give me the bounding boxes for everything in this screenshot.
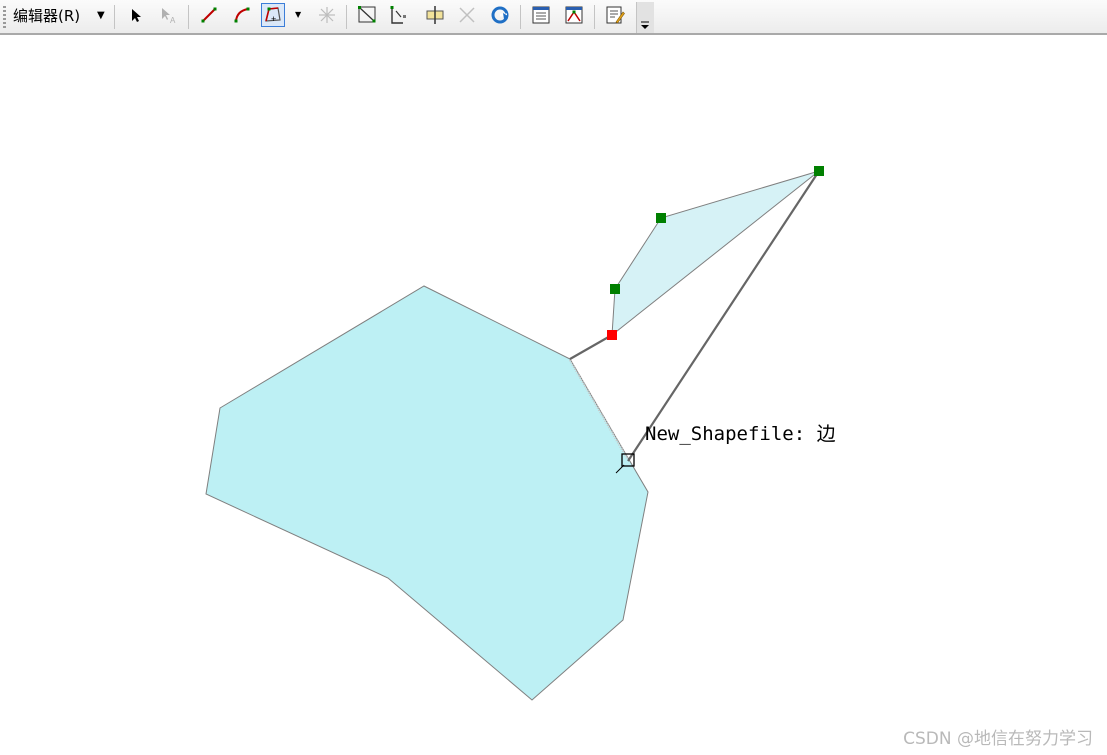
watermark: CSDN @地信在努力学习 [903, 729, 1093, 749]
create-features-button[interactable] [603, 3, 627, 27]
rotate-tool-button[interactable] [488, 3, 512, 27]
split-tool-icon [459, 7, 475, 23]
cut-polygons-icon [426, 6, 444, 24]
sketch-properties-icon [565, 6, 583, 24]
edit-tool-button[interactable] [124, 3, 148, 27]
edit-tool-icon [132, 9, 141, 22]
split-tool-button[interactable] [455, 3, 479, 27]
sketch-properties-button[interactable] [562, 3, 586, 27]
attributes-icon [532, 6, 550, 24]
sketch-polygon[interactable] [611, 170, 820, 337]
toolbar-grip[interactable] [3, 6, 6, 28]
toolbar-separator [114, 5, 115, 29]
toolbar-separator [594, 5, 595, 29]
editor-menu[interactable]: 编辑器(R) [13, 6, 80, 26]
cut-polygons-button[interactable] [423, 3, 447, 27]
toolbar-overflow-button[interactable] [636, 2, 654, 33]
endpoint-arc-segment-button[interactable] [230, 3, 254, 27]
trace-tool-button[interactable]: + [261, 3, 285, 27]
edit-annotation-tool-icon: A [162, 8, 176, 25]
create-features-icon [606, 6, 625, 24]
map-canvas[interactable] [0, 37, 1107, 755]
sketch-vertex[interactable] [656, 213, 666, 223]
large-polygon-feature[interactable] [205, 285, 649, 701]
toolbar-separator [188, 5, 189, 29]
chevron-down-icon[interactable]: ▼ [97, 6, 105, 26]
point-tool-button[interactable] [315, 3, 339, 27]
chevron-down-icon [641, 21, 649, 29]
point-tool-icon [319, 7, 335, 23]
trace-tool-icon: + [265, 7, 281, 24]
svg-text:A: A [170, 16, 176, 25]
reshape-feature-button[interactable] [387, 3, 411, 27]
sketch-vertex[interactable] [610, 284, 620, 294]
trace-dropdown-icon[interactable]: ▼ [295, 10, 301, 19]
reshape-feature-icon [390, 6, 406, 24]
toolbar-separator [520, 5, 521, 29]
straight-segment-icon [201, 7, 217, 23]
editor-toolbar: 编辑器(R) ▼ A + ▼ [0, 0, 1107, 35]
straight-segment-button[interactable] [197, 3, 221, 27]
attributes-button[interactable] [529, 3, 553, 27]
edit-annotation-tool-button[interactable]: A [156, 3, 180, 27]
toolbar-separator [346, 5, 347, 29]
svg-text:+: + [271, 14, 276, 24]
rotate-tool-icon [491, 6, 509, 24]
sketch-segment [569, 334, 613, 360]
edit-vertices-icon [358, 6, 376, 23]
edit-vertices-button[interactable] [355, 3, 379, 27]
endpoint-arc-segment-icon [234, 7, 250, 23]
current-vertex[interactable] [607, 330, 617, 340]
snap-tip: New_Shapefile: 边 [645, 423, 836, 445]
sketch-vertex[interactable] [814, 166, 824, 176]
